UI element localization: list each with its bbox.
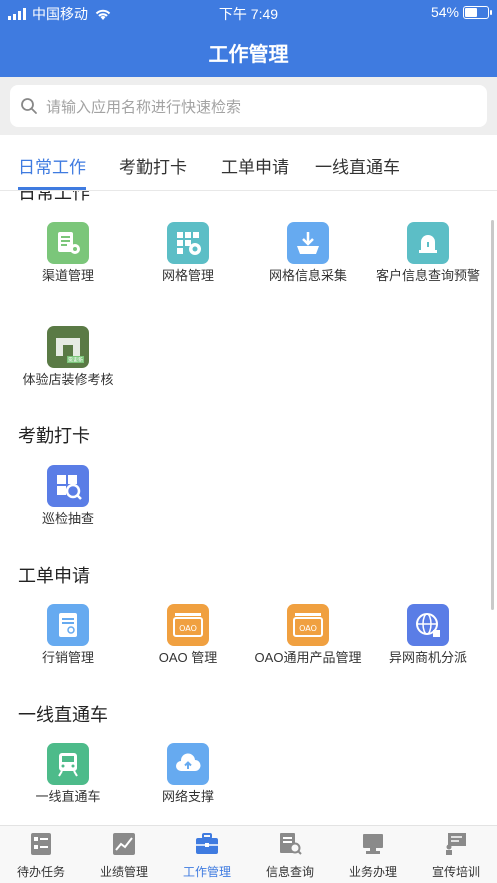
section-title-daily: 日常工作 <box>18 191 90 203</box>
computer-icon <box>363 834 383 854</box>
nav-label: 业绩管理 <box>99 865 148 879</box>
search-area: 请输入应用名称进行快速检索 <box>0 77 497 135</box>
search-input[interactable]: 请输入应用名称进行快速检索 <box>10 85 487 127</box>
app-label: 网格管理 <box>161 268 214 283</box>
battery-icon <box>463 5 492 19</box>
app-direct-train[interactable]: 一线直通车 <box>8 743 128 805</box>
app-label: 行销管理 <box>41 650 94 665</box>
app-patrol-inspection[interactable]: 巡检抽查 <box>8 465 128 527</box>
nav-work[interactable]: 工作管理 <box>166 832 248 880</box>
app-network-support[interactable]: 网络支撑 <box>128 743 248 805</box>
tab-daily[interactable]: 日常工作 <box>18 153 86 178</box>
app-marketing-management[interactable]: 行销管理 <box>8 604 128 666</box>
app-oao-general-product[interactable]: OAO OAO通用产品管理 <box>248 604 368 666</box>
active-tab-indicator <box>18 187 86 190</box>
app-competitor-opportunity[interactable]: 异网商机分派 <box>368 604 488 666</box>
app-channel-management[interactable]: 渠道管理 <box>8 222 128 284</box>
app-label: 客户信息查询预警 <box>375 268 480 283</box>
app-label: 网格信息采集 <box>268 268 347 283</box>
briefcase-icon <box>196 833 218 854</box>
store-icon: 需更新 <box>47 326 89 368</box>
app-oao-management[interactable]: OAO OAO 管理 <box>128 604 248 666</box>
app-customer-alert[interactable]: 客户信息查询预警 <box>368 222 488 284</box>
doc-search-icon <box>280 833 302 855</box>
oao-icon: OAO <box>287 604 329 646</box>
chart-icon <box>113 833 135 855</box>
app-label: 网络支撑 <box>161 789 214 804</box>
nav-todo[interactable]: 待办任务 <box>0 832 82 880</box>
nav-label: 工作管理 <box>182 865 231 879</box>
app-header: 中国移动 下午 7:49 54% 工作管理 <box>0 0 497 77</box>
clock: 下午 7:49 <box>218 6 279 22</box>
grid-icon <box>167 222 209 264</box>
nav-business[interactable]: 业务办理 <box>332 832 414 880</box>
nav-label: 信息查询 <box>265 865 314 879</box>
nav-info-query[interactable]: 信息查询 <box>249 832 331 880</box>
nav-label: 宣传培训 <box>431 865 480 879</box>
tab-workorder[interactable]: 工单申请 <box>221 153 289 178</box>
alert-icon <box>407 222 449 264</box>
section-title-direct: 一线直通车 <box>18 705 108 725</box>
status-bar: 中国移动 下午 7:49 54% <box>0 0 497 26</box>
presentation-icon <box>446 833 466 855</box>
task-list-icon <box>31 833 51 855</box>
app-grid-management[interactable]: 网格管理 <box>128 222 248 284</box>
nav-label: 业务办理 <box>348 865 397 879</box>
app-store-decoration-check[interactable]: 需更新 体验店装修考核 <box>8 326 128 388</box>
app-label: 异网商机分派 <box>388 650 467 665</box>
nav-label: 待办任务 <box>16 865 65 879</box>
app-label: OAO 管理 <box>158 650 218 665</box>
section-title-attendance: 考勤打卡 <box>18 426 90 446</box>
globe-icon <box>407 604 449 646</box>
app-label: 一线直通车 <box>35 789 101 804</box>
document-icon <box>47 604 89 646</box>
app-label: 渠道管理 <box>41 268 94 283</box>
search-placeholder: 请输入应用名称进行快速检索 <box>46 98 242 116</box>
search-icon <box>21 98 37 114</box>
upload-icon <box>287 222 329 264</box>
oao-icon: OAO <box>167 604 209 646</box>
app-label: 巡检抽查 <box>41 511 94 526</box>
svg-text:OAO: OAO <box>179 624 197 633</box>
category-tabs: 日常工作 考勤打卡 工单申请 一线直通车 <box>0 135 497 191</box>
nav-performance[interactable]: 业绩管理 <box>83 832 165 880</box>
app-grid[interactable]: 日常工作 渠道管理 网格管理 网格信息采集 客户信息查询预警 需更新 体验店装修… <box>0 191 497 825</box>
app-label: 体验店装修考核 <box>22 372 114 387</box>
scrollbar[interactable] <box>491 220 494 610</box>
pending-tag: 需更新 <box>68 357 83 364</box>
train-icon <box>47 743 89 785</box>
inspection-icon <box>47 465 89 507</box>
app-grid-info-collect[interactable]: 网格信息采集 <box>248 222 368 284</box>
cloud-upload-icon <box>167 743 209 785</box>
channel-icon <box>47 222 89 264</box>
tab-attendance[interactable]: 考勤打卡 <box>119 153 187 178</box>
app-label: OAO通用产品管理 <box>254 650 362 665</box>
tab-direct[interactable]: 一线直通车 <box>315 153 400 178</box>
battery-percent: 54% <box>430 4 459 20</box>
bottom-nav: 待办任务 业绩管理 工作管理 信息查询 业务办理 宣传培训 <box>0 825 497 883</box>
page-title: 工作管理 <box>208 44 289 66</box>
section-title-workorder: 工单申请 <box>18 566 90 586</box>
svg-text:OAO: OAO <box>299 624 317 633</box>
nav-training[interactable]: 宣传培训 <box>415 832 497 880</box>
